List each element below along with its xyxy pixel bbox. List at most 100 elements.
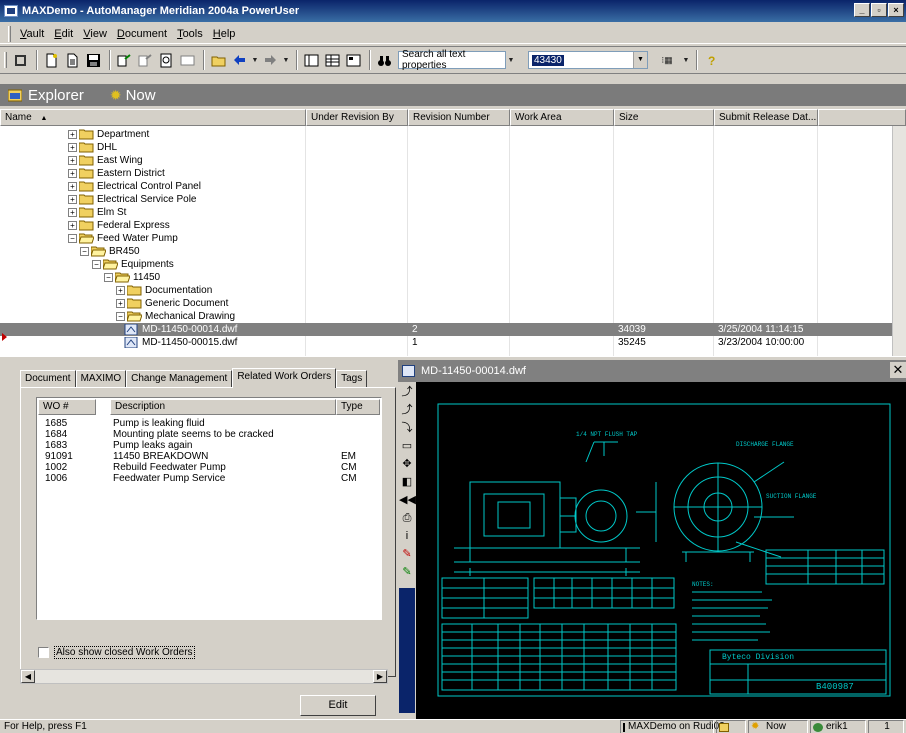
- explorer-tab[interactable]: Explorer: [28, 87, 84, 104]
- collapse-icon[interactable]: −: [92, 260, 101, 269]
- view-icon[interactable]: [178, 51, 197, 70]
- collapse-icon[interactable]: −: [104, 273, 113, 282]
- file-row[interactable]: MD-11450-00015.dwf 1 35245 3/23/2004 10:00:…: [0, 336, 892, 349]
- checkbox-box[interactable]: [38, 647, 49, 658]
- grid-view-icon[interactable]: [323, 51, 342, 70]
- tree-scrollbar[interactable]: [892, 126, 906, 356]
- chevron-down-icon[interactable]: ▼: [506, 51, 516, 70]
- info-icon[interactable]: i: [399, 528, 415, 545]
- expand-icon[interactable]: +: [68, 221, 77, 230]
- search-input[interactable]: 43430 ▼: [528, 51, 648, 69]
- wo-description-header[interactable]: Description: [110, 399, 336, 415]
- thumbnail-icon[interactable]: [344, 51, 363, 70]
- column-submit-release-date[interactable]: Submit Release Dat...: [714, 109, 818, 126]
- tree-node[interactable]: + East Wing: [0, 154, 892, 167]
- expand-icon[interactable]: +: [68, 195, 77, 204]
- work-order-row[interactable]: 1684 Mounting plate seems to be cracked: [37, 429, 381, 440]
- file-row[interactable]: MD-11450-00014.dwf 2 34039 3/25/2004 11:14:…: [0, 323, 892, 336]
- work-order-row[interactable]: 1006 Feedwater Pump Service CM: [37, 473, 381, 484]
- previous-view-icon[interactable]: ◀◀: [399, 492, 416, 509]
- markup-icon[interactable]: ✎: [399, 564, 415, 581]
- tree-node[interactable]: + Eastern District: [0, 167, 892, 180]
- pan-icon[interactable]: ⤴: [399, 384, 415, 401]
- save-icon[interactable]: [84, 51, 103, 70]
- open-document-icon[interactable]: [63, 51, 82, 70]
- tab-document[interactable]: Document: [20, 370, 76, 388]
- expand-icon[interactable]: +: [68, 182, 77, 191]
- zoom-window-icon[interactable]: ▭: [399, 438, 415, 455]
- check-in-icon[interactable]: [136, 51, 155, 70]
- menu-tools[interactable]: Tools: [172, 28, 208, 40]
- now-tab[interactable]: Now: [126, 87, 156, 104]
- menu-grip[interactable]: [8, 25, 11, 42]
- help-icon[interactable]: ?: [702, 51, 721, 70]
- column-size[interactable]: Size: [614, 109, 714, 126]
- tree-node[interactable]: + Documentation: [0, 284, 892, 297]
- menu-view[interactable]: View: [78, 28, 112, 40]
- work-orders-hscrollbar[interactable]: ◀ ▶: [20, 669, 388, 684]
- work-order-row[interactable]: 1685 Pump is leaking fluid: [37, 418, 381, 429]
- tree-node[interactable]: − Equipments: [0, 258, 892, 271]
- expand-icon[interactable]: +: [68, 143, 77, 152]
- work-order-row[interactable]: 91091 11450 BREAKDOWN EM: [37, 451, 381, 462]
- restore-button[interactable]: ▫: [871, 3, 887, 17]
- tree-node[interactable]: + Elm St: [0, 206, 892, 219]
- edit-button[interactable]: Edit: [300, 695, 376, 716]
- menu-document[interactable]: Document: [112, 28, 172, 40]
- work-order-row[interactable]: 1683 Pump leaks again: [37, 440, 381, 451]
- collapse-icon[interactable]: −: [68, 234, 77, 243]
- close-viewer-icon[interactable]: ✕: [890, 362, 906, 378]
- tab-maximo[interactable]: MAXIMO: [75, 370, 127, 388]
- tab-related-work-orders[interactable]: Related Work Orders: [232, 368, 337, 388]
- new-document-icon[interactable]: [42, 51, 61, 70]
- expand-icon[interactable]: +: [68, 208, 77, 217]
- expand-icon[interactable]: +: [68, 156, 77, 165]
- close-button[interactable]: ×: [888, 3, 904, 17]
- expand-icon[interactable]: +: [68, 130, 77, 139]
- expand-icon[interactable]: +: [116, 286, 125, 295]
- minimize-button[interactable]: _: [854, 3, 870, 17]
- cad-drawing[interactable]: 1/4 NPT FLUSH TAP DISCHARGE FLANGE SUCTI…: [436, 402, 892, 698]
- vault-icon[interactable]: [11, 51, 30, 70]
- tab-tags[interactable]: Tags: [336, 370, 368, 388]
- chevron-down-icon[interactable]: ▼: [251, 51, 259, 70]
- tree-node[interactable]: − Mechanical Drawing: [0, 310, 892, 323]
- scroll-right-icon[interactable]: ▶: [373, 670, 387, 683]
- search-scope-select[interactable]: Search all text properties: [398, 49, 506, 71]
- menu-help[interactable]: Help: [208, 28, 241, 40]
- tree-node[interactable]: + DHL: [0, 141, 892, 154]
- redline-icon[interactable]: ✎: [399, 546, 415, 563]
- tree-node[interactable]: + Federal Express: [0, 219, 892, 232]
- wo-number-header[interactable]: WO #: [38, 399, 96, 415]
- tab-change-management[interactable]: Change Management: [126, 370, 233, 388]
- check-out-icon[interactable]: [115, 51, 134, 70]
- chevron-down-icon[interactable]: ▼: [682, 51, 690, 70]
- tree-node[interactable]: − BR450: [0, 245, 892, 258]
- wo-type-header[interactable]: Type: [336, 399, 380, 415]
- binoculars-icon[interactable]: [375, 51, 394, 70]
- expand-icon[interactable]: +: [116, 299, 125, 308]
- tree-node[interactable]: + Generic Document: [0, 297, 892, 310]
- tree-node[interactable]: − 11450: [0, 271, 892, 284]
- work-order-row[interactable]: 1002 Rebuild Feedwater Pump CM: [37, 462, 381, 473]
- tree-node[interactable]: + Electrical Control Panel: [0, 180, 892, 193]
- collapse-icon[interactable]: −: [116, 312, 125, 321]
- fit-to-window-icon[interactable]: ✥: [399, 456, 415, 473]
- menu-edit[interactable]: Edit: [49, 28, 78, 40]
- search-options-icon[interactable]: ⁝▦: [654, 51, 680, 70]
- zoom-out-icon[interactable]: ⤵: [399, 420, 415, 437]
- properties-icon[interactable]: [157, 51, 176, 70]
- layers-icon[interactable]: ◧: [399, 474, 415, 491]
- collapse-icon[interactable]: −: [80, 247, 89, 256]
- column-revision-number[interactable]: Revision Number: [408, 109, 510, 126]
- chevron-down-icon[interactable]: ▼: [282, 51, 290, 70]
- forward-arrow-icon[interactable]: [261, 51, 280, 70]
- menu-vault[interactable]: Vault: [15, 28, 49, 40]
- show-closed-checkbox[interactable]: Also show closed Work Orders: [38, 646, 195, 659]
- chevron-down-icon[interactable]: ▼: [633, 52, 647, 68]
- column-under-revision-by[interactable]: Under Revision By: [306, 109, 408, 126]
- print-icon[interactable]: ⎙: [399, 510, 415, 527]
- expand-icon[interactable]: +: [68, 169, 77, 178]
- column-work-area[interactable]: Work Area: [510, 109, 614, 126]
- tree-node[interactable]: + Electrical Service Pole: [0, 193, 892, 206]
